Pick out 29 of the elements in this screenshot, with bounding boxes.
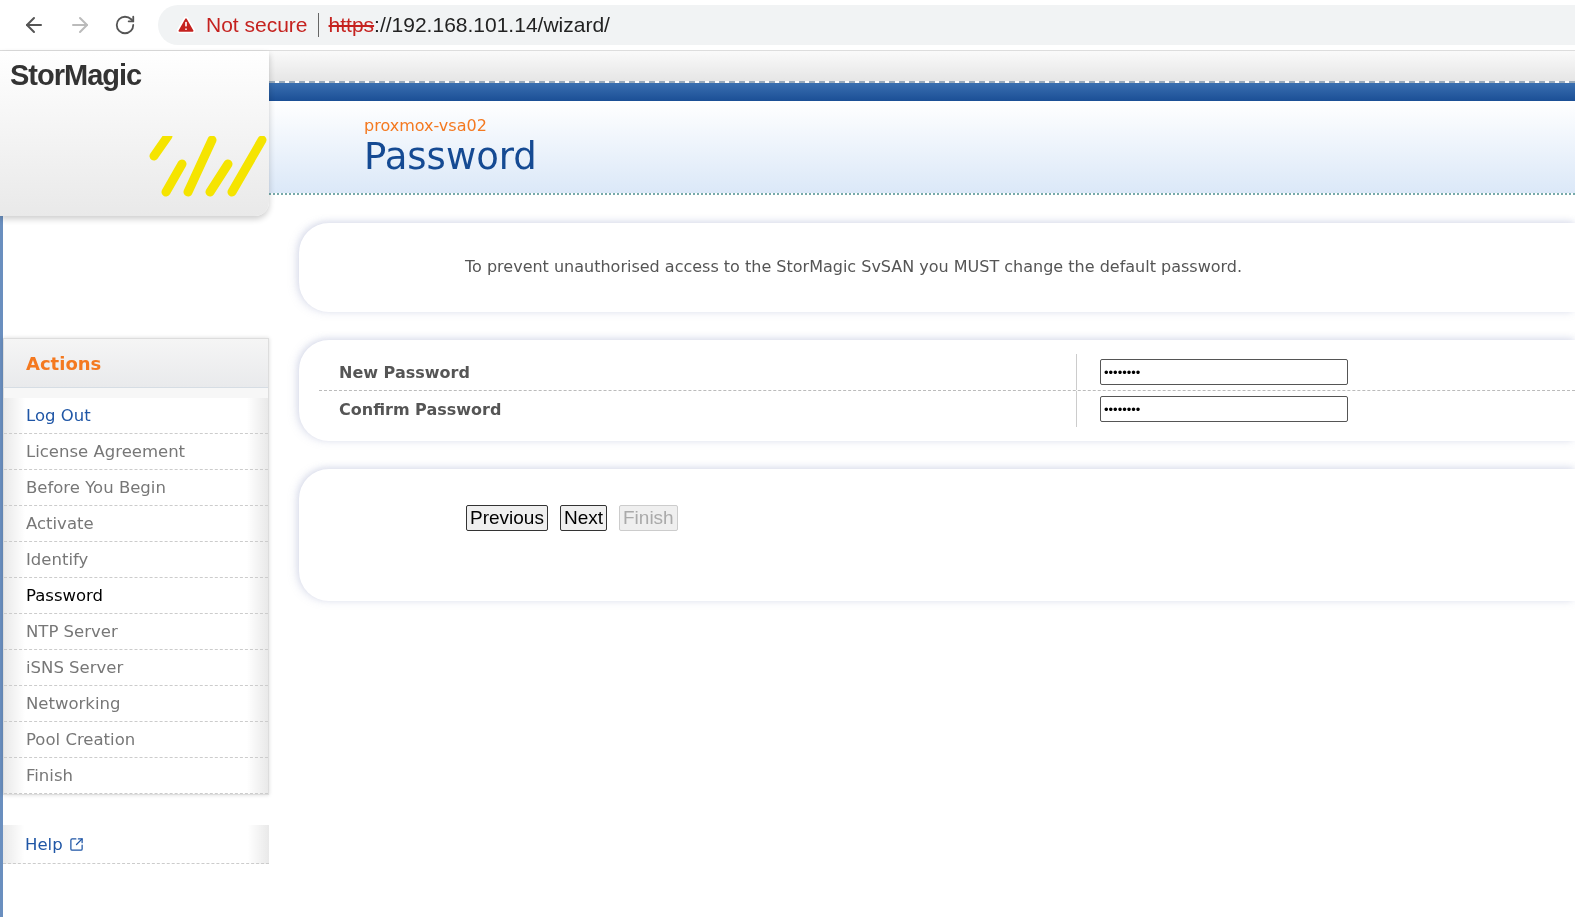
security-label: Not secure	[206, 13, 308, 37]
password-field[interactable]: ••••••••	[1100, 396, 1348, 422]
page-title: Password	[364, 135, 538, 178]
password-field[interactable]: ••••••••	[1100, 359, 1348, 385]
wizard-step[interactable]: Identify	[4, 542, 268, 578]
external-link-icon	[68, 836, 84, 852]
wizard-step[interactable]: Activate	[4, 506, 268, 542]
wizard-step[interactable]: iSNS Server	[4, 650, 268, 686]
wizard-button[interactable]: Previous	[466, 505, 548, 531]
wizard-step[interactable]: NTP Server	[4, 614, 268, 650]
wizard-step[interactable]: Finish	[4, 758, 268, 794]
address-bar[interactable]: Not secure https://192.168.101.14/wizard/	[158, 5, 1575, 45]
panel-heading: Actions	[26, 352, 102, 374]
url-text: https://192.168.101.14/wizard/	[328, 13, 610, 37]
logout-link[interactable]: Log Out	[4, 398, 268, 434]
wizard-step[interactable]: Pool Creation	[4, 722, 268, 758]
host-name: proxmox-vsa02	[364, 116, 488, 135]
reload-icon[interactable]	[114, 14, 136, 36]
wizard-button[interactable]: Next	[559, 505, 607, 531]
logo: StorMagic	[10, 59, 142, 92]
warning-icon	[176, 15, 196, 35]
field-label: New Password	[319, 354, 1077, 390]
wizard-step[interactable]: Before You Begin	[4, 470, 268, 506]
field-label: Confirm Password	[319, 391, 1077, 427]
help-link[interactable]: Help	[25, 834, 84, 854]
wizard-step[interactable]: Networking	[4, 686, 268, 722]
wizard-step[interactable]: License Agreement	[4, 434, 268, 470]
notice-text: To prevent unauthorised access to the StorMagic SvSAN you MUST change the default password.	[464, 256, 1244, 278]
wizard-step[interactable]: Password	[4, 578, 268, 614]
